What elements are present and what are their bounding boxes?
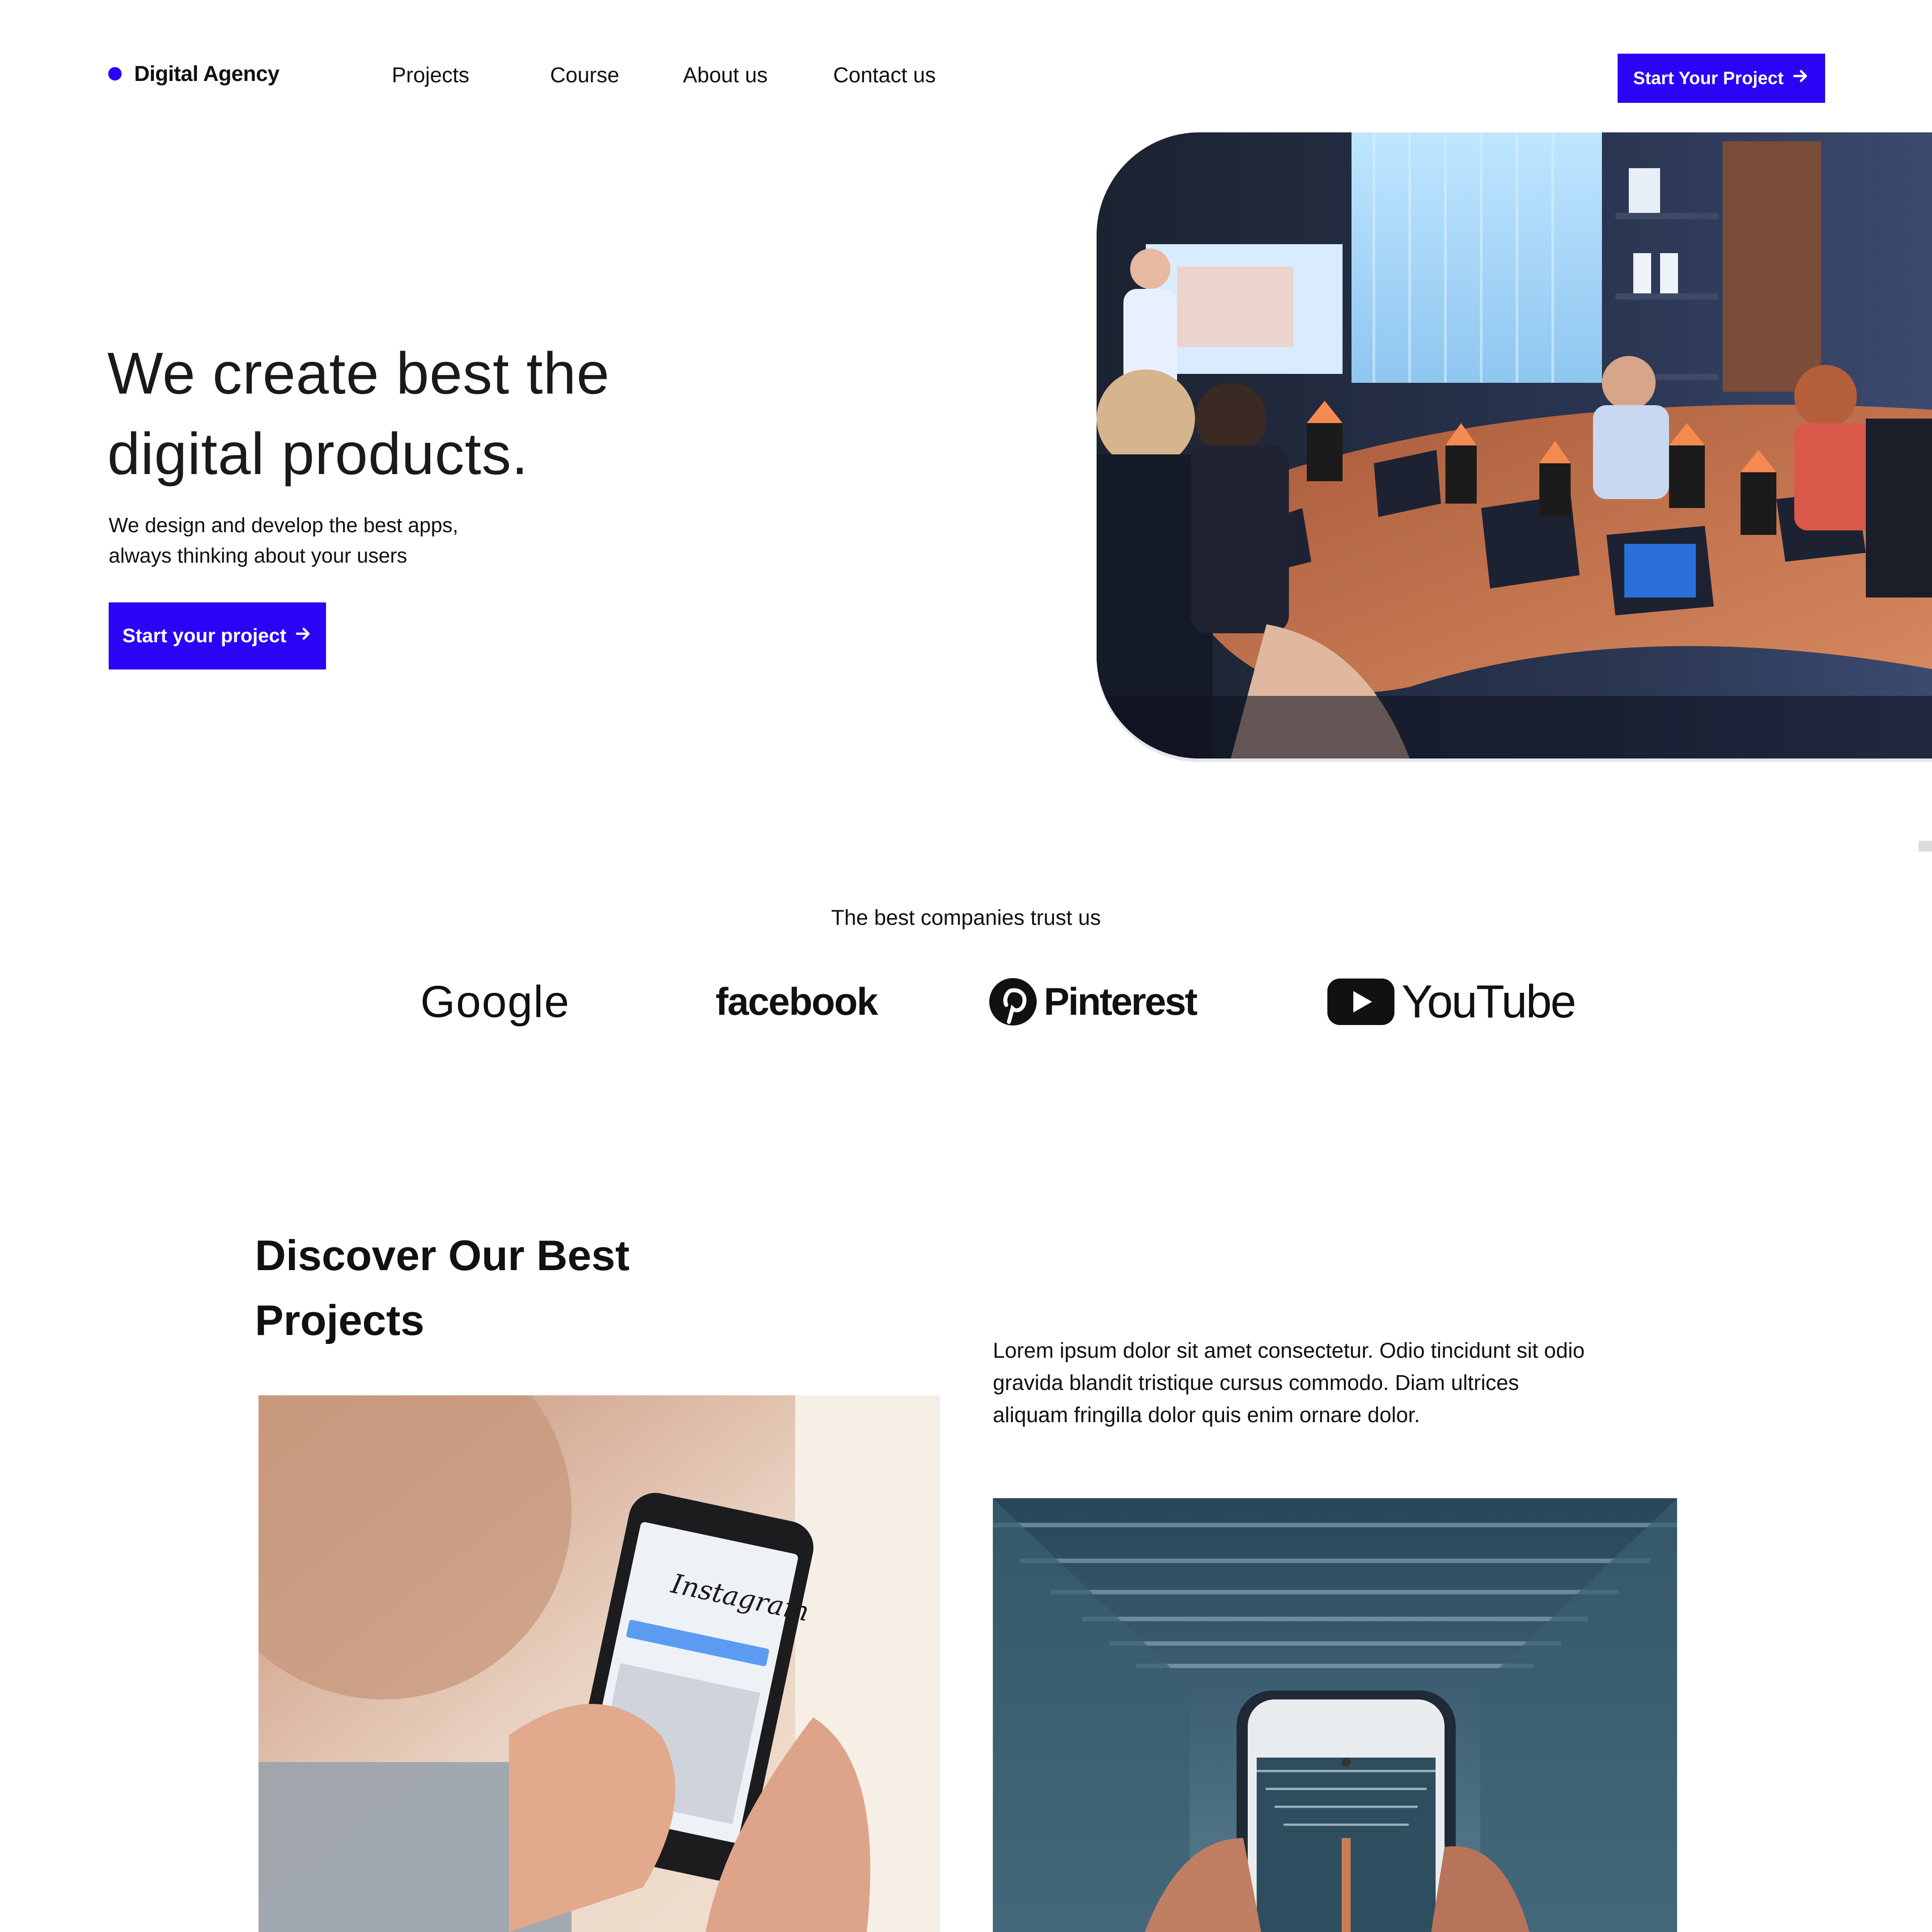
pinterest-icon xyxy=(988,977,1038,1026)
projects-description-line: Lorem ipsum dolor sit amet consectetur. … xyxy=(993,1339,1585,1363)
youtube-logo: YouTube xyxy=(1327,970,1576,1033)
scroll-handle[interactable] xyxy=(1919,841,1932,852)
hero-title: We create best the digital products. xyxy=(107,333,733,494)
projects-description-line: gravida blandit tristique cursus commodo… xyxy=(993,1371,1519,1395)
trust-title: The best companies trust us xyxy=(831,906,1101,930)
projects-title-line: Discover Our Best xyxy=(255,1232,630,1280)
phone-camera-corridor-photo[interactable] xyxy=(993,1498,1677,1932)
google-logo-text: Google xyxy=(420,976,570,1027)
arrow-right-icon xyxy=(1792,67,1809,89)
start-project-hero-label: Start your project xyxy=(122,625,287,647)
facebook-logo: facebook xyxy=(716,970,878,1033)
brand-logo[interactable]: Digital Agency xyxy=(108,58,280,89)
projects-title-line: Projects xyxy=(255,1296,424,1344)
youtube-logo-text: YouTube xyxy=(1402,975,1576,1028)
arrow-right-icon xyxy=(294,625,312,648)
projects-description-line: aliquam fringilla dolor quis enim ornare… xyxy=(993,1403,1420,1427)
brand-dot-icon xyxy=(108,67,122,80)
hero-title-line: We create best the xyxy=(107,340,610,406)
hero-title-line: digital products. xyxy=(107,421,529,487)
hero-subtitle-line: We design and develop the best apps, xyxy=(109,513,458,537)
start-project-nav-button[interactable]: Start Your Project xyxy=(1618,54,1825,103)
google-logo: Google xyxy=(420,970,570,1033)
brand-name: Digital Agency xyxy=(134,62,280,86)
pinterest-logo: Pinterest xyxy=(988,970,1198,1033)
hero-subtitle-line: always thinking about your users xyxy=(109,544,407,567)
start-project-hero-button[interactable]: Start your project xyxy=(109,602,326,669)
start-project-nav-label: Start Your Project xyxy=(1633,68,1784,88)
hero-subtitle: We design and develop the best apps, alw… xyxy=(109,510,556,571)
projects-title: Discover Our Best Projects xyxy=(255,1223,792,1353)
nav-link-projects[interactable]: Projects xyxy=(392,60,469,91)
projects-description: Lorem ipsum dolor sit amet consectetur. … xyxy=(993,1335,1708,1432)
instagram-phone-photo[interactable]: Instagram xyxy=(258,1395,940,1932)
pinterest-logo-text: Pinterest xyxy=(1044,980,1198,1023)
nav-link-course[interactable]: Course xyxy=(550,60,619,91)
facebook-logo-text: facebook xyxy=(716,980,878,1023)
nav-link-contact[interactable]: Contact us xyxy=(833,60,936,91)
nav-link-about[interactable]: About us xyxy=(683,60,767,91)
meeting-room-photo xyxy=(1097,132,1932,758)
youtube-play-icon xyxy=(1327,979,1394,1025)
